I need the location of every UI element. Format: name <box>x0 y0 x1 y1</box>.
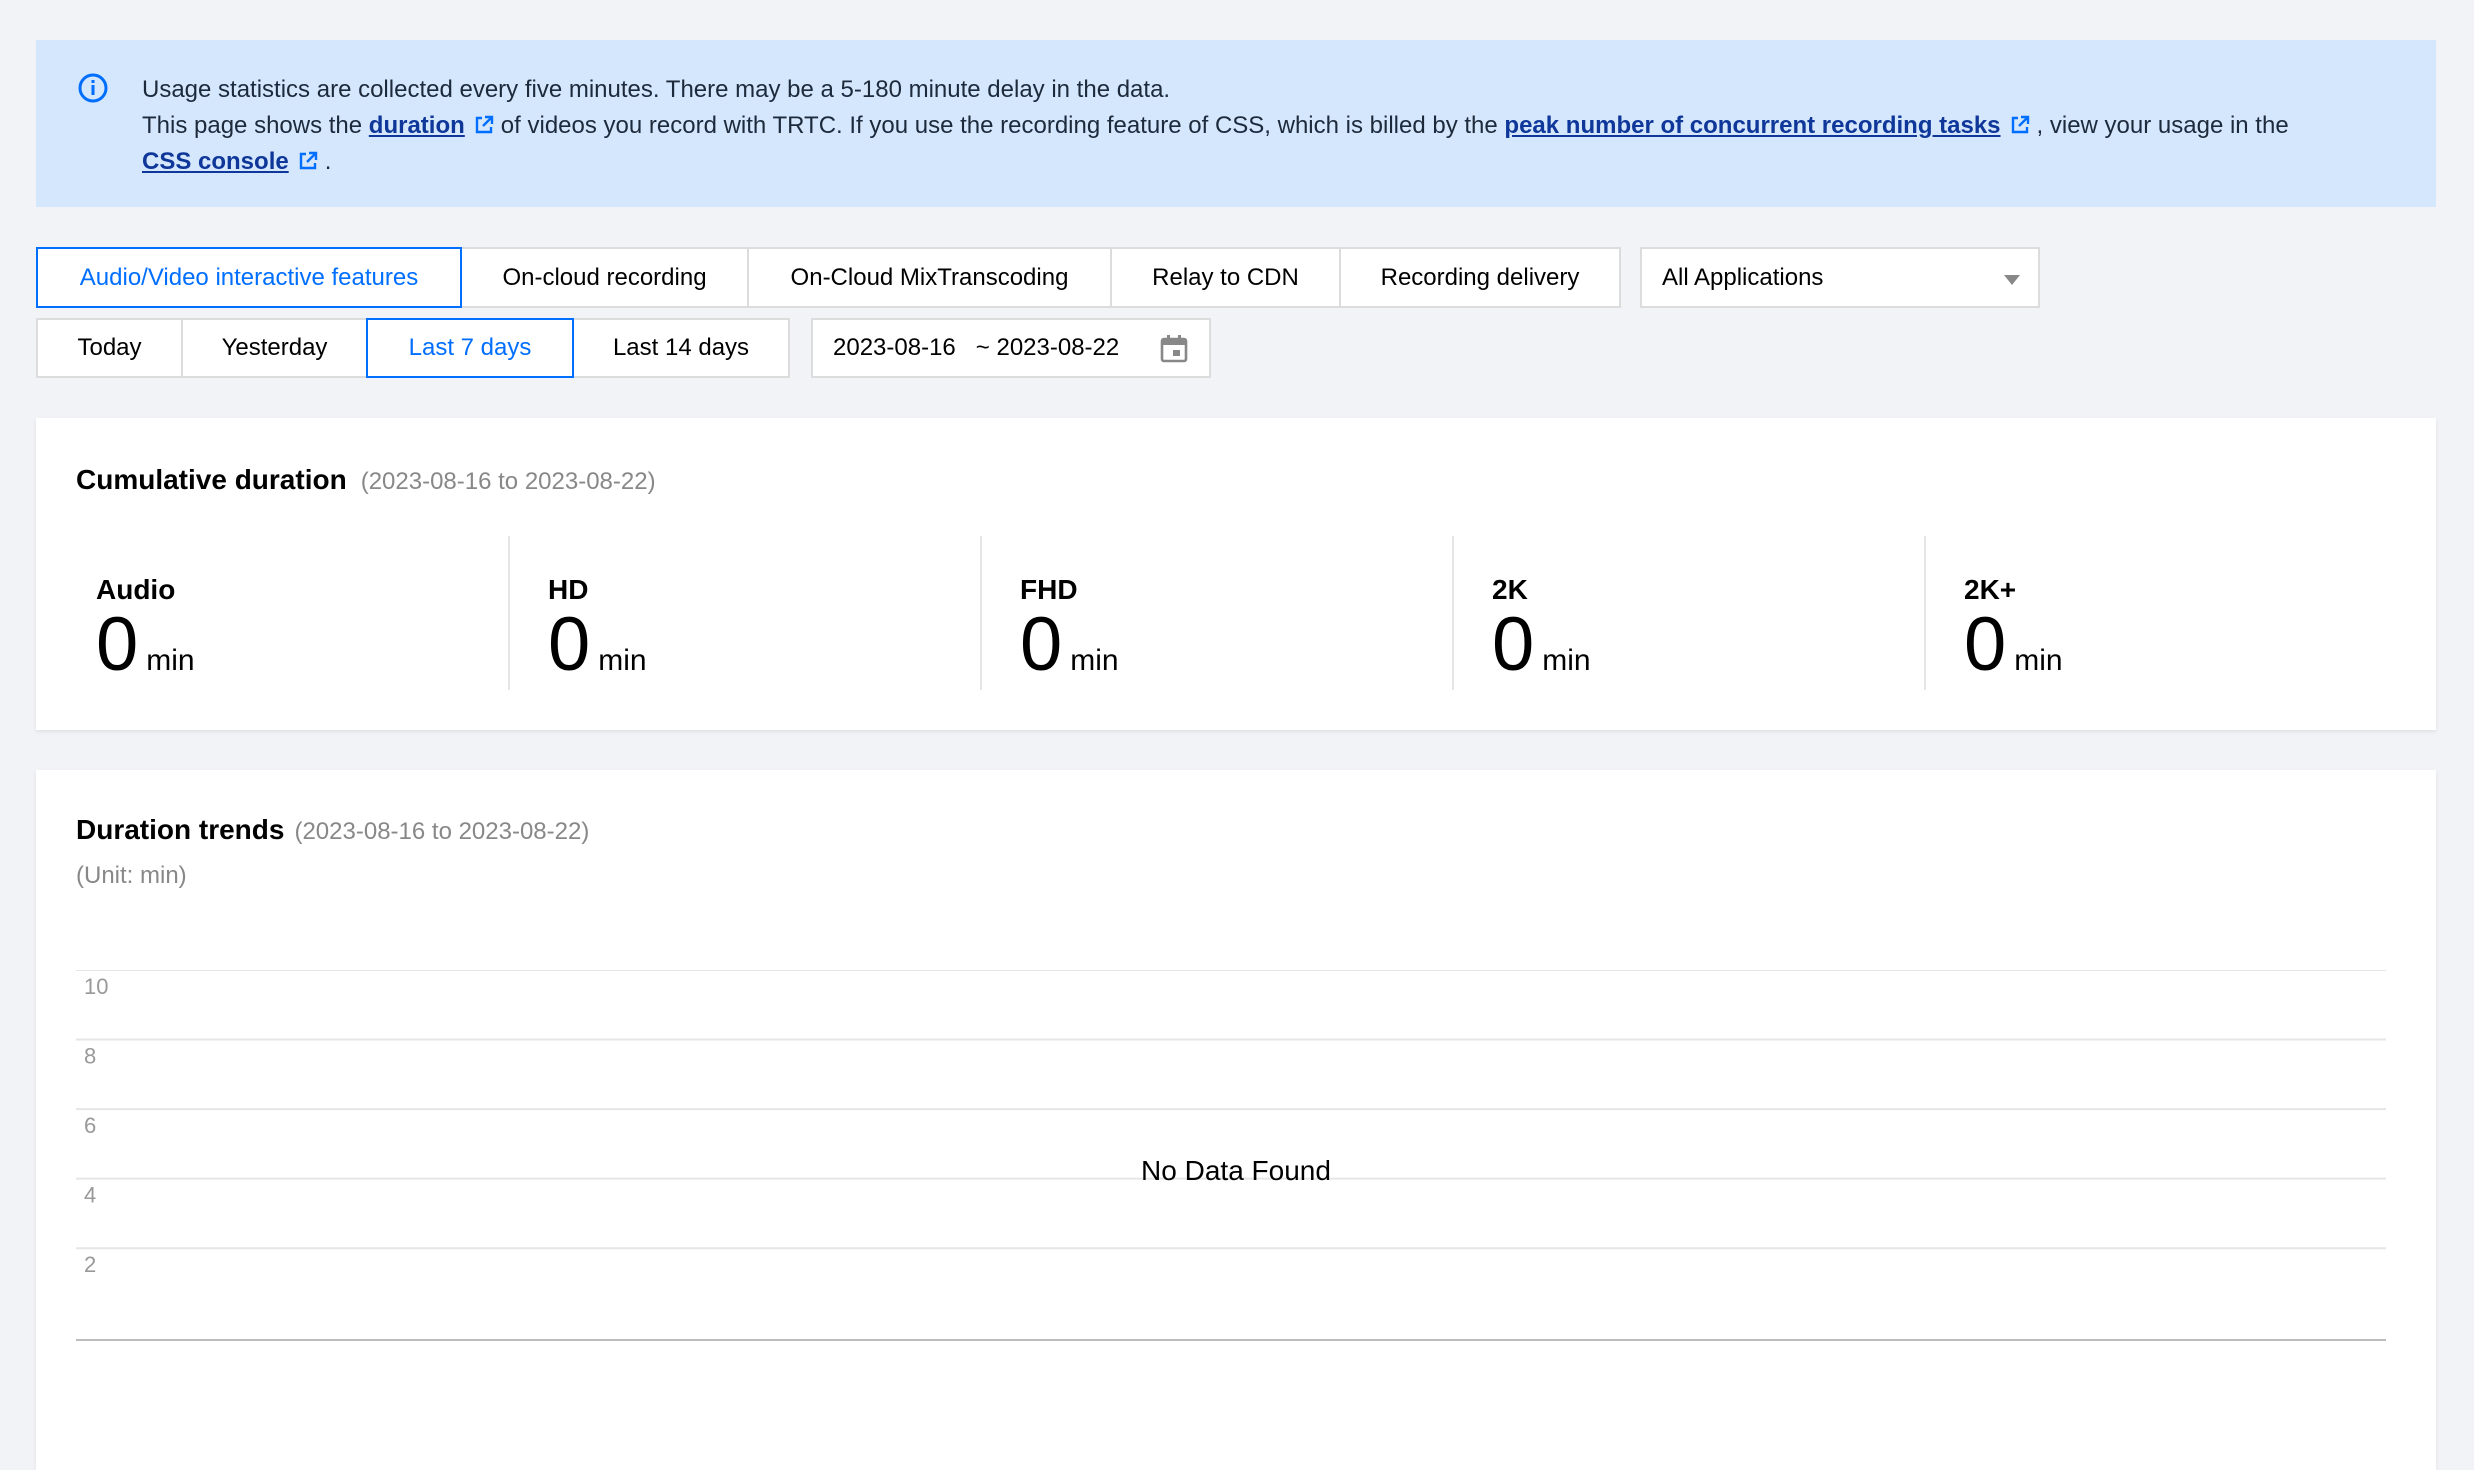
metric-hd: HD 0 min <box>508 536 980 690</box>
y-tick-label: 6 <box>84 1113 96 1138</box>
tab-today[interactable]: Today <box>36 318 183 378</box>
tab-on-cloud-recording[interactable]: On-cloud recording <box>460 247 749 308</box>
duration-trend-chart: No Data Found 10 8 6 4 2 <box>76 970 2386 1341</box>
info-banner-text: Usage statistics are collected every fiv… <box>142 72 2376 180</box>
date-range-start: 2023-08-16 <box>833 334 956 361</box>
metric-unit: min <box>146 644 195 677</box>
metric-2k: 2K 0 min <box>1452 536 1924 690</box>
metric-value: 0 <box>1492 602 1535 687</box>
cumulative-title: Cumulative duration (2023-08-16 to 2023-0… <box>76 464 656 495</box>
cumulative-duration-card: Cumulative duration (2023-08-16 to 2023-0… <box>36 418 2436 730</box>
tab-audio-video-interactive[interactable]: Audio/Video interactive features <box>36 247 462 308</box>
metric-value: 0 <box>548 602 591 687</box>
metric-value: 0 <box>96 602 139 687</box>
application-select-value: All Applications <box>1662 263 1824 291</box>
duration-link[interactable]: duration <box>369 112 465 139</box>
date-range-picker[interactable]: 2023-08-16 ~ 2023-08-22 <box>811 318 1211 378</box>
y-tick-label: 10 <box>84 974 108 999</box>
date-range-end: 2023-08-22 <box>996 334 1120 361</box>
css-console-link[interactable]: CSS console <box>142 148 289 175</box>
trends-title: Duration trends (2023-08-16 to 2023-08-22… <box>76 814 590 845</box>
notice-line-2: This page shows the duration of videos yo… <box>142 112 2289 139</box>
metric-value: 0 <box>1964 602 2007 687</box>
date-range-separator: ~ <box>975 334 990 361</box>
external-link-icon[interactable] <box>297 150 319 172</box>
trends-subtitle: (2023-08-16 to 2023-08-22) <box>294 818 590 845</box>
trends-unit: (Unit: min) <box>76 862 187 889</box>
y-tick-label: 2 <box>84 1252 96 1277</box>
calendar-icon[interactable] <box>1159 334 1189 364</box>
date-tabs: Today Yesterday Last 7 days Last 14 days <box>36 318 790 378</box>
metric-unit: min <box>1070 644 1119 677</box>
y-tick-label: 4 <box>84 1183 96 1208</box>
metric-unit: min <box>2014 644 2063 677</box>
notice-line-1: Usage statistics are collected every fiv… <box>142 76 1171 103</box>
peak-concurrent-tasks-link[interactable]: peak number of concurrent recording task… <box>1504 112 2000 139</box>
metric-2k-plus: 2K+ 0 min <box>1924 536 2396 690</box>
metrics-row: Audio 0 min HD 0 min FHD 0 min 2K 0 min 2K+ … <box>36 536 2436 690</box>
application-select[interactable]: All Applications <box>1640 247 2040 308</box>
cumulative-subtitle: (2023-08-16 to 2023-08-22) <box>360 468 656 495</box>
metric-value: 0 <box>1020 602 1063 687</box>
tab-on-cloud-mixtranscoding[interactable]: On-Cloud MixTranscoding <box>747 247 1112 308</box>
metric-fhd: FHD 0 min <box>980 536 1452 690</box>
metric-audio: Audio 0 min <box>96 574 195 687</box>
info-banner: Usage statistics are collected every fiv… <box>36 40 2436 207</box>
y-tick-label: 8 <box>84 1044 96 1069</box>
notice-line-3: CSS console. <box>142 148 332 175</box>
info-icon <box>78 73 108 103</box>
tab-last-14-days[interactable]: Last 14 days <box>572 318 790 378</box>
tab-relay-to-cdn[interactable]: Relay to CDN <box>1110 247 1341 308</box>
metric-unit: min <box>1542 644 1591 677</box>
feature-tabs: Audio/Video interactive features On-clou… <box>36 247 1621 308</box>
tab-recording-delivery[interactable]: Recording delivery <box>1339 247 1621 308</box>
duration-trends-card: Duration trends (2023-08-16 to 2023-08-22… <box>36 770 2436 1470</box>
chevron-down-icon <box>2004 275 2020 285</box>
tab-last-7-days[interactable]: Last 7 days <box>366 318 574 378</box>
metric-unit: min <box>598 644 647 677</box>
external-link-icon[interactable] <box>473 114 495 136</box>
external-link-icon[interactable] <box>2009 114 2031 136</box>
no-data-text: No Data Found <box>1141 1155 1331 1186</box>
tab-yesterday[interactable]: Yesterday <box>181 318 368 378</box>
